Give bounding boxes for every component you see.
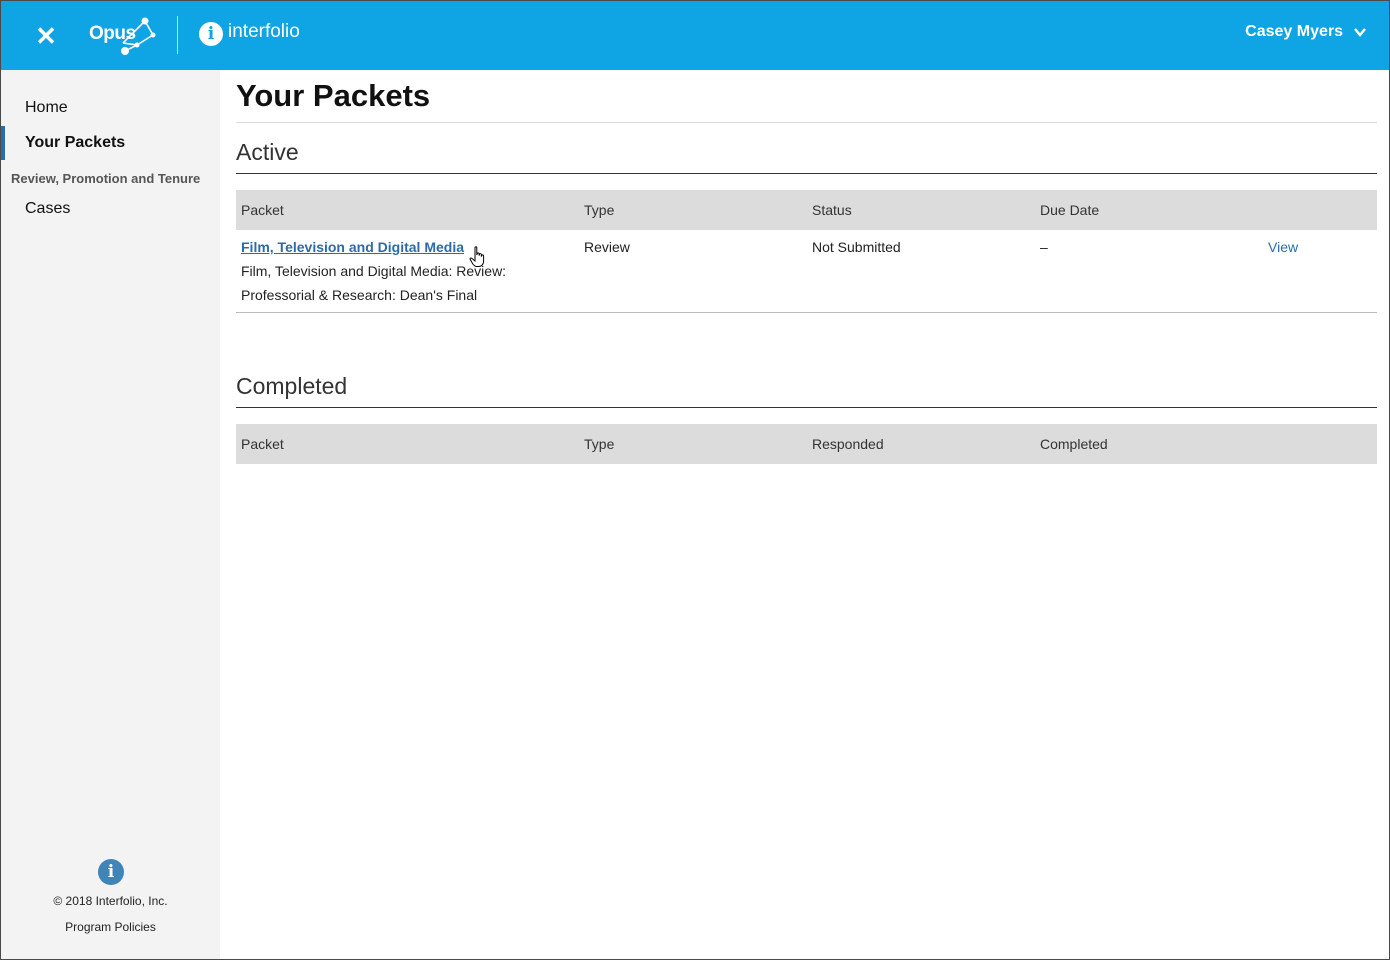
top-bar: ✕ Opus i interfolio Casey Myers xyxy=(1,1,1389,70)
sidebar-item-home[interactable]: Home xyxy=(1,91,220,125)
divider xyxy=(236,407,1377,408)
close-icon[interactable]: ✕ xyxy=(34,23,58,49)
sidebar: Home Your Packets Review, Promotion and … xyxy=(1,70,220,959)
active-section-title: Active xyxy=(236,139,299,165)
column-header-responded[interactable]: Responded xyxy=(812,436,884,452)
packet-description: Film, Television and Digital Media: Revi… xyxy=(241,259,506,307)
packet-type: Review xyxy=(584,239,630,255)
packet-link[interactable]: Film, Television and Digital Media xyxy=(241,239,464,255)
program-policies-link[interactable]: Program Policies xyxy=(1,920,220,934)
packet-description-line: Film, Television and Digital Media: Revi… xyxy=(241,263,507,279)
row-divider xyxy=(236,312,1377,313)
column-header-type[interactable]: Type xyxy=(584,436,614,452)
packet-status: Not Submitted xyxy=(812,239,901,255)
column-header-type[interactable]: Type xyxy=(584,202,614,218)
sidebar-item-your-packets[interactable]: Your Packets xyxy=(1,126,220,160)
column-header-packet[interactable]: Packet xyxy=(241,202,284,218)
opus-logo[interactable]: Opus xyxy=(89,13,159,57)
active-table-header: Packet Type Status Due Date xyxy=(236,190,1377,230)
column-header-completed[interactable]: Completed xyxy=(1040,436,1108,452)
header-divider xyxy=(177,16,178,54)
sidebar-item-label: Home xyxy=(25,99,68,116)
divider xyxy=(236,122,1377,123)
page-title: Your Packets xyxy=(236,78,431,113)
view-link[interactable]: View xyxy=(1268,239,1298,255)
packet-description-line: Professorial & Research: Dean's Final xyxy=(241,287,478,303)
completed-table-header: Packet Type Responded Completed xyxy=(236,424,1377,464)
packet-due-date: – xyxy=(1040,239,1048,255)
opus-network-icon xyxy=(121,17,156,55)
interfolio-info-icon: i xyxy=(98,859,124,885)
chevron-down-icon xyxy=(1354,28,1366,37)
user-name: Casey Myers xyxy=(1245,23,1343,40)
completed-section-title: Completed xyxy=(236,373,348,399)
copyright-text: © 2018 Interfolio, Inc. xyxy=(53,894,168,908)
interfolio-logo-text: interfolio xyxy=(228,21,300,42)
sidebar-item-label: Cases xyxy=(25,200,71,217)
user-menu[interactable]: Casey Myers xyxy=(1245,23,1367,41)
info-i-icon: i xyxy=(199,22,223,46)
app-window: ✕ Opus i interfolio Casey Myers Home You… xyxy=(0,0,1390,960)
column-header-packet[interactable]: Packet xyxy=(241,436,284,452)
sidebar-section-heading: Review, Promotion and Tenure xyxy=(11,171,201,186)
sidebar-item-label: Your Packets xyxy=(25,134,126,151)
column-header-status[interactable]: Status xyxy=(812,202,852,218)
divider xyxy=(236,173,1377,174)
sidebar-item-cases[interactable]: Cases xyxy=(1,192,220,226)
column-header-due-date[interactable]: Due Date xyxy=(1040,202,1099,218)
hand-cursor-icon xyxy=(469,246,485,267)
